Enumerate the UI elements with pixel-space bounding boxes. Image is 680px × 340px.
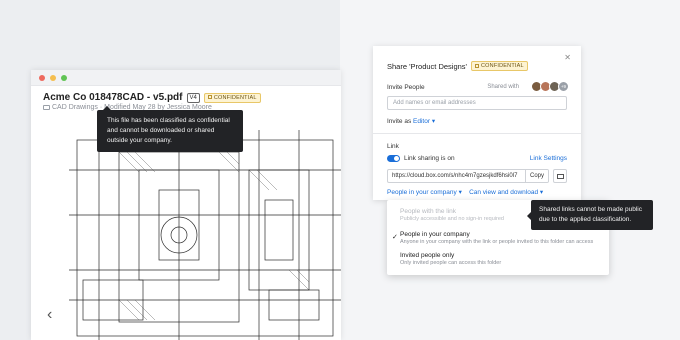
caret-down-icon: ▾ — [539, 189, 544, 196]
maximize-window-button[interactable] — [61, 75, 67, 81]
classification-label: CONFIDENTIAL — [213, 94, 257, 101]
option-subtitle: Only invited people can access this fold… — [400, 260, 502, 266]
option-subtitle: Anyone in your company with the link or … — [400, 239, 594, 245]
option-title: People in your company — [400, 231, 470, 238]
link-label: Link — [387, 143, 399, 150]
audience-dropdown[interactable]: People in your company ▾ — [387, 189, 462, 196]
link-settings-link[interactable]: Link Settings — [530, 155, 567, 162]
shared-with-label: Shared with — [487, 84, 519, 90]
version-badge[interactable]: V4 — [186, 92, 200, 103]
link-options-row: People in your company ▾ Can view and do… — [387, 188, 543, 196]
shared-link-url: https://cloud.box.com/s/nhc4m7gzesjkdf6h… — [392, 173, 518, 179]
classification-icon — [475, 63, 479, 68]
option-title: People with the link — [400, 208, 457, 215]
link-sharing-toggle[interactable] — [387, 155, 400, 162]
option-subtitle: Publicly accessible and no sign-in requi… — [400, 216, 504, 222]
invite-people-label: Invite People — [387, 84, 425, 91]
file-title: Acme Co 018478CAD - v5.pdf — [43, 92, 183, 103]
invite-as-row: Invite as Editor ▾ — [387, 117, 435, 125]
share-header: Share 'Product Designs' CONFIDENTIAL — [387, 61, 528, 71]
permission-value: Can view and download — [469, 189, 539, 196]
link-sharing-status: Link sharing is on — [404, 155, 455, 162]
audience-value: People in your company — [387, 189, 457, 196]
caret-down-icon: ▾ — [458, 189, 462, 196]
folder-icon — [43, 104, 50, 110]
classification-badge[interactable]: CONFIDENTIAL — [203, 92, 261, 103]
collaborator-avatars[interactable]: +9 — [531, 81, 569, 92]
checkmark-icon: ✓ — [392, 234, 398, 241]
copy-button[interactable]: Copy — [524, 170, 548, 182]
shared-link-field[interactable]: https://cloud.box.com/s/nhc4m7gzesjkdf6h… — [387, 169, 549, 183]
invite-role-dropdown[interactable]: Editor ▾ — [413, 118, 435, 125]
classification-icon — [207, 95, 212, 100]
window-titlebar — [31, 70, 341, 86]
classification-restriction-tooltip: Shared links cannot be made public due t… — [527, 200, 653, 230]
file-header: Acme Co 018478CAD - v5.pdf V4 CONFIDENTI… — [43, 92, 261, 103]
divider — [373, 133, 581, 134]
invite-input[interactable]: Add names or email addresses — [387, 96, 567, 110]
audience-option-public: People with the link Publicly accessible… — [400, 208, 504, 222]
audience-option-company[interactable]: People in your company Anyone in your co… — [400, 231, 593, 245]
minimize-window-button[interactable] — [50, 75, 56, 81]
option-title: Invited people only — [400, 252, 455, 259]
cad-drawing-preview — [69, 130, 341, 340]
invite-as-label: Invite as — [387, 118, 412, 125]
invite-role-value: Editor — [413, 118, 431, 125]
share-classification-badge[interactable]: CONFIDENTIAL — [471, 61, 528, 71]
more-avatars-count: +9 — [558, 81, 569, 92]
share-classification-label: CONFIDENTIAL — [481, 63, 524, 69]
share-title: Share 'Product Designs' — [387, 61, 467, 71]
caret-down-icon: ▾ — [431, 118, 436, 125]
email-link-button[interactable] — [553, 169, 567, 183]
permission-dropdown[interactable]: Can view and download ▾ — [469, 189, 543, 196]
close-window-button[interactable] — [39, 75, 45, 81]
chevron-left-icon[interactable]: ‹ — [47, 306, 52, 324]
share-dialog: Share 'Product Designs' CONFIDENTIAL ✕ I… — [373, 46, 581, 200]
close-icon[interactable]: ✕ — [564, 53, 571, 62]
confidential-tooltip: This file has been classified as confide… — [97, 106, 243, 152]
mail-icon — [557, 174, 564, 179]
audience-option-invited[interactable]: Invited people only Only invited people … — [400, 252, 501, 266]
